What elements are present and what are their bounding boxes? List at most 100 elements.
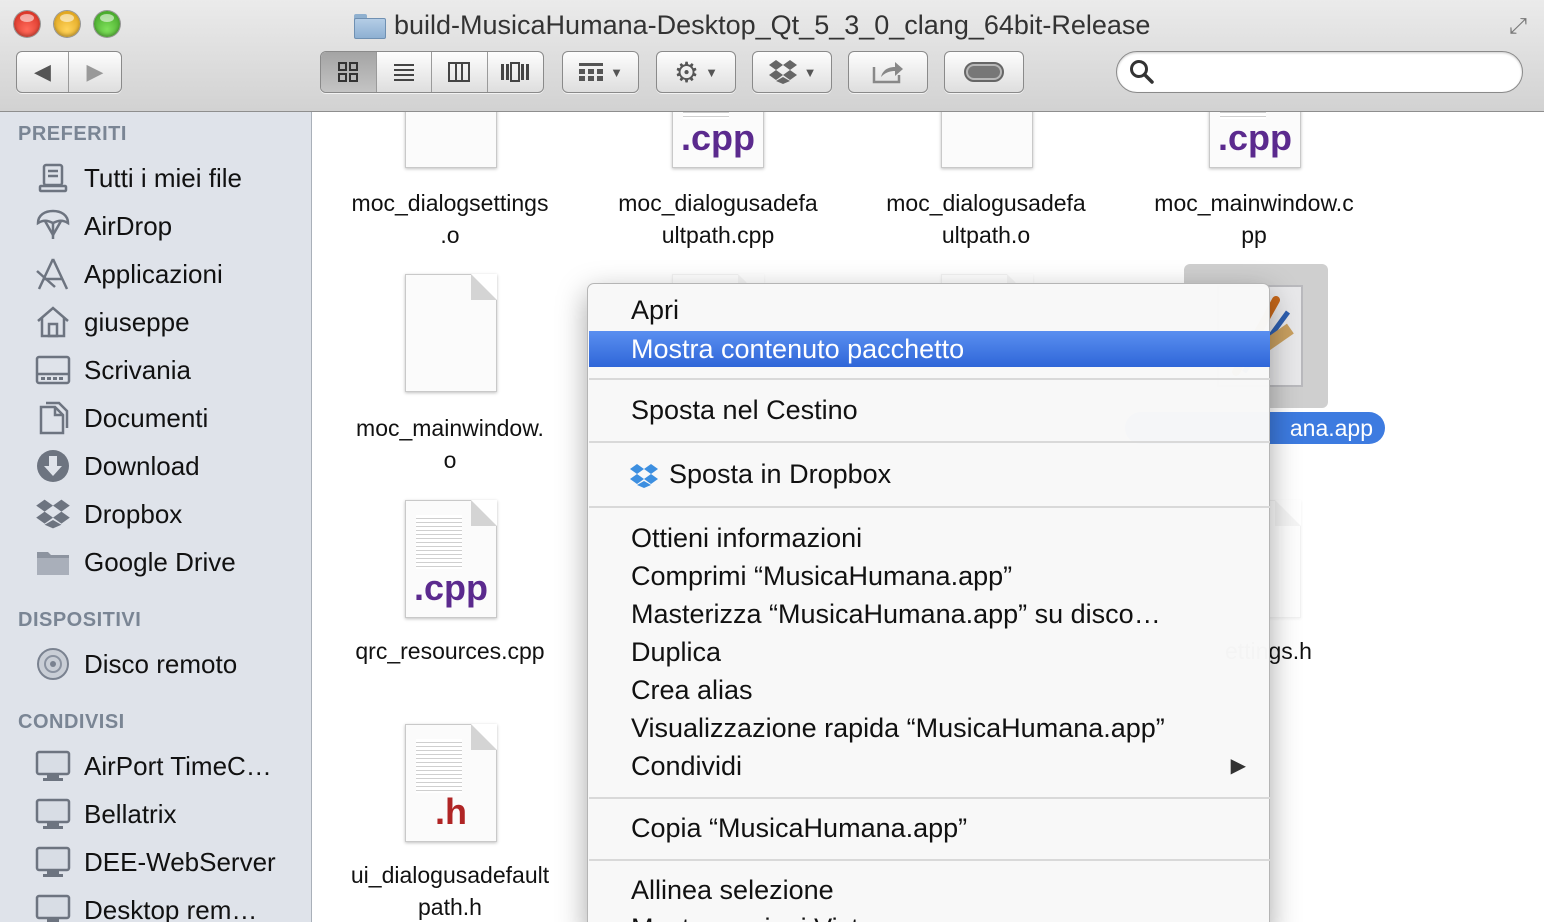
sidebar-item-label: Google Drive: [84, 546, 236, 577]
icon-grid-icon: [338, 62, 359, 82]
menu-item-make-alias[interactable]: Crea alias: [589, 672, 1270, 708]
menu-item-quick-look[interactable]: Visualizzazione rapida “MusicaHumana.app…: [589, 710, 1270, 746]
share-button[interactable]: [848, 51, 928, 93]
h-file-icon[interactable]: .h: [405, 724, 497, 842]
window-title: build-MusicaHumana-Desktop_Qt_5_3_0_clan…: [354, 8, 1150, 42]
sidebar-item-label: giuseppe: [84, 306, 190, 337]
file-item[interactable]: moc_dialogusadefa ultpath.cpp: [584, 187, 852, 251]
file-item[interactable]: moc_dialogsettings .o: [316, 187, 584, 251]
sidebar-item-dee-webserver[interactable]: DEE-WebServer: [0, 840, 311, 884]
sidebar-item-airport-timecapsule[interactable]: AirPort TimeC…: [0, 744, 311, 788]
back-button[interactable]: ◀: [17, 52, 70, 92]
dropbox-icon: [630, 463, 658, 488]
menu-separator: [589, 378, 1270, 380]
arrange-button[interactable]: ▼: [562, 51, 639, 93]
share-icon: [872, 62, 903, 84]
menu-item-get-info[interactable]: Ottieni informazioni: [589, 520, 1270, 556]
folder-icon: [34, 544, 72, 580]
fullscreen-icon[interactable]: ⤢: [1504, 12, 1532, 40]
file-item[interactable]: qrc_resources.cpp: [316, 635, 584, 667]
close-window-button[interactable]: [14, 11, 40, 37]
download-icon: [34, 448, 72, 484]
dropbox-toolbar-button[interactable]: ▼: [752, 51, 832, 93]
menu-separator: [589, 506, 1270, 508]
sidebar-item-dropbox[interactable]: Dropbox: [0, 492, 311, 536]
file-icon[interactable]: [405, 112, 497, 168]
menu-item-share[interactable]: Condividi ▶: [589, 748, 1270, 784]
list-view-button[interactable]: [377, 52, 432, 92]
sidebar-item-download[interactable]: Download: [0, 444, 311, 488]
sidebar-item-google-drive[interactable]: Google Drive: [0, 540, 311, 584]
column-view-button[interactable]: [432, 52, 488, 92]
tags-button[interactable]: [944, 51, 1024, 93]
sidebar-item-applications[interactable]: Applicazioni: [0, 252, 311, 296]
menu-item-show-package-contents[interactable]: Mostra contenuto pacchetto: [589, 331, 1270, 367]
view-mode-group: [320, 51, 544, 93]
forward-button[interactable]: ▶: [69, 52, 121, 92]
search-input[interactable]: [1161, 58, 1511, 86]
file-name: moc_mainwindow.: [356, 415, 544, 441]
cpp-file-icon[interactable]: .cpp: [405, 500, 497, 618]
sidebar-item-label: Applicazioni: [84, 258, 223, 289]
menu-item-duplicate[interactable]: Duplica: [589, 634, 1270, 670]
gear-icon: ⚙: [674, 56, 700, 88]
network-display-icon: [34, 748, 72, 784]
file-icon[interactable]: [941, 112, 1033, 168]
sidebar-item-remote-disc[interactable]: Disco remoto: [0, 642, 311, 686]
sidebar-item-documents[interactable]: Documenti: [0, 396, 311, 440]
sidebar-item-label: Download: [84, 450, 200, 481]
menu-item-open[interactable]: Apri: [589, 292, 1270, 328]
desktop-icon: [34, 352, 72, 388]
menu-item-move-to-trash[interactable]: Sposta nel Cestino: [589, 392, 1270, 428]
cpp-file-icon[interactable]: .cpp: [1209, 112, 1301, 168]
columns-icon: [448, 62, 471, 82]
file-name-continued: path.h: [418, 894, 482, 920]
action-button[interactable]: ⚙ ▼: [656, 51, 736, 93]
sidebar-item-bellatrix[interactable]: Bellatrix: [0, 792, 311, 836]
menu-item-clean-up-selection[interactable]: Allinea selezione: [589, 872, 1270, 908]
menu-item-copy[interactable]: Copia “MusicaHumana.app”: [589, 810, 1270, 846]
menu-item-move-to-dropbox[interactable]: Sposta in Dropbox: [589, 456, 1270, 492]
file-item[interactable]: ui_dialogusadefault path.h: [316, 859, 584, 922]
file-name: moc_dialogusadefa: [886, 190, 1086, 216]
cpp-file-icon[interactable]: .cpp: [672, 112, 764, 168]
file-name-continued: pp: [1241, 222, 1267, 248]
menu-item-show-view-options[interactable]: Mostra opzioni Vista: [589, 910, 1270, 922]
menu-item-burn-to-disc[interactable]: Masterizza “MusicaHumana.app” su disco…: [589, 596, 1270, 632]
context-menu: Apri Mostra contenuto pacchetto Sposta n…: [587, 283, 1270, 922]
file-name: ui_dialogusadefault: [350, 862, 550, 888]
all-files-icon: [34, 160, 72, 196]
dropbox-icon: [34, 496, 72, 532]
sidebar-item-label: Disco remoto: [84, 648, 238, 679]
documents-icon: [34, 400, 72, 436]
file-item[interactable]: moc_mainwindow. o: [316, 412, 584, 476]
file-item[interactable]: moc_dialogusadefa ultpath.o: [852, 187, 1120, 251]
file-item[interactable]: moc_mainwindow.c pp: [1120, 187, 1388, 251]
file-name: moc_mainwindow.c: [1154, 190, 1354, 216]
file-name-continued: ultpath.cpp: [661, 222, 775, 248]
menu-item-label: Sposta in Dropbox: [669, 459, 892, 489]
icon-view-button[interactable]: [321, 52, 377, 92]
sidebar-section-devices: DISPOSITIVI: [18, 609, 142, 631]
window-title-text: build-MusicaHumana-Desktop_Qt_5_3_0_clan…: [394, 9, 1151, 40]
search-field[interactable]: [1116, 51, 1523, 93]
sidebar: PREFERITI Tutti i miei file AirDrop Appl…: [0, 112, 312, 922]
sidebar-item-remote-desktop[interactable]: Desktop rem…: [0, 888, 311, 922]
chevron-down-icon: ▼: [610, 64, 623, 80]
sidebar-item-all-my-files[interactable]: Tutti i miei file: [0, 156, 311, 200]
sidebar-item-label: AirDrop: [84, 210, 173, 241]
disc-icon: [34, 646, 72, 682]
file-name: moc_dialogusadefa: [618, 190, 818, 216]
applications-icon: [34, 256, 72, 292]
sidebar-item-airdrop[interactable]: AirDrop: [0, 204, 311, 248]
file-icon[interactable]: [405, 274, 497, 392]
sidebar-section-shared: CONDIVISI: [18, 711, 125, 733]
airdrop-icon: [34, 208, 72, 244]
minimize-window-button[interactable]: [54, 11, 80, 37]
sidebar-item-home[interactable]: giuseppe: [0, 300, 311, 344]
chevron-left-icon: ◀: [34, 59, 51, 84]
sidebar-item-desktop[interactable]: Scrivania: [0, 348, 311, 392]
cover-flow-view-button[interactable]: [488, 52, 544, 92]
zoom-window-button[interactable]: [94, 11, 120, 37]
menu-item-compress[interactable]: Comprimi “MusicaHumana.app”: [589, 558, 1270, 594]
